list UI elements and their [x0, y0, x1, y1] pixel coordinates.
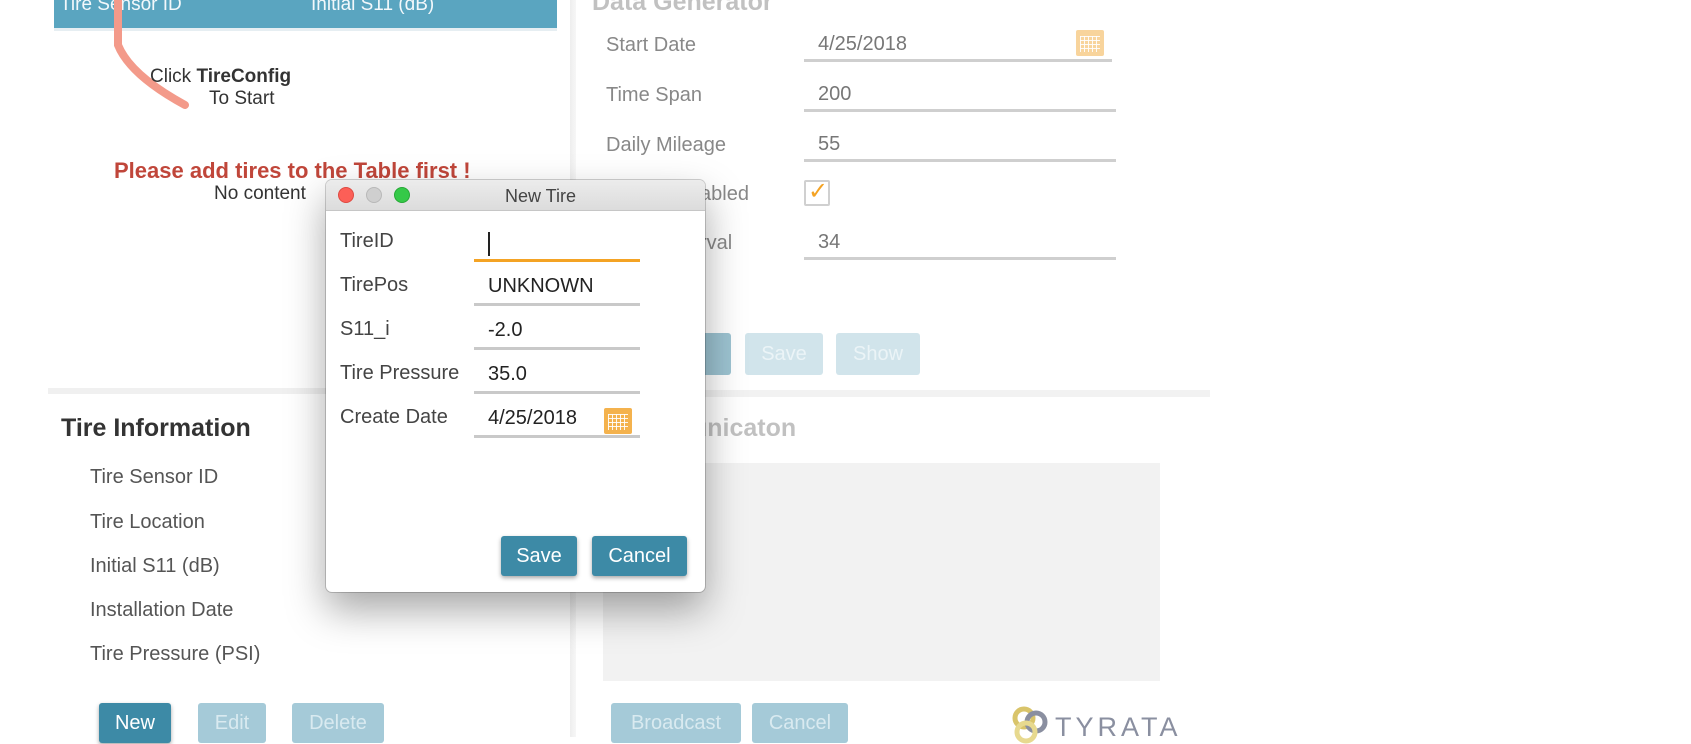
- hint-line2: To Start: [209, 88, 275, 109]
- time-span-field[interactable]: 200: [804, 78, 1116, 112]
- start-date-label: Start Date: [606, 34, 697, 56]
- enabled-checkbox[interactable]: ✓: [804, 178, 830, 206]
- hint-prefix: Click: [150, 66, 197, 87]
- no-content-placeholder: No content: [214, 183, 306, 204]
- dialog-cancel-button[interactable]: Cancel: [592, 536, 687, 576]
- hint-tireconfig: TireConfig: [196, 66, 292, 87]
- dialog-title: New Tire: [504, 186, 576, 206]
- create-date-label: Create Date: [340, 406, 448, 428]
- tire-id-label: TireID: [340, 230, 394, 252]
- tire-pressure-input[interactable]: 35.0: [474, 356, 640, 394]
- s11-i-label: S11_i: [340, 318, 390, 340]
- comm-cancel-button[interactable]: Cancel: [752, 703, 848, 743]
- tire-pressure-label: Tire Pressure: [340, 362, 460, 384]
- tyrata-logo-text: TYRATA: [1055, 712, 1182, 742]
- time-span-label: Time Span: [606, 84, 702, 106]
- calendar-icon[interactable]: [1076, 30, 1104, 56]
- info-label-sensor-id: Tire Sensor ID: [90, 466, 219, 488]
- new-button[interactable]: New: [99, 703, 171, 743]
- text-caret: [488, 232, 490, 256]
- interval-field[interactable]: 34: [804, 226, 1116, 260]
- start-date-value: 4/25/2018: [818, 33, 907, 55]
- info-label-initial-s11: Initial S11 (dB): [90, 555, 220, 577]
- enabled-label: abled: [700, 183, 749, 205]
- info-label-location: Tire Location: [90, 511, 205, 533]
- tyrata-logo-icon: [1012, 706, 1048, 744]
- column-header-initial-s11[interactable]: Initial S11 (dB): [311, 0, 434, 16]
- start-date-field[interactable]: 4/25/2018: [804, 28, 1112, 62]
- start-hint: Click TireConfig To Start: [150, 66, 350, 110]
- edit-button[interactable]: Edit: [198, 703, 266, 743]
- broadcast-button[interactable]: Broadcast: [611, 703, 741, 743]
- create-date-value: 4/25/2018: [488, 407, 577, 429]
- daily-mileage-label: Daily Mileage: [606, 134, 727, 156]
- info-label-installation-date: Installation Date: [90, 599, 234, 621]
- data-generator-title: Data Generator: [592, 0, 773, 16]
- create-date-input[interactable]: 4/25/2018: [474, 400, 640, 438]
- s11-i-input[interactable]: -2.0: [474, 312, 640, 350]
- info-label-tire-pressure: Tire Pressure (PSI): [90, 643, 261, 665]
- calendar-icon[interactable]: [604, 408, 632, 434]
- new-tire-dialog: New Tire TireID TirePos UNKNOWN S11_i -2…: [326, 180, 705, 592]
- tire-pos-input[interactable]: UNKNOWN: [474, 268, 640, 306]
- dialog-titlebar[interactable]: New Tire: [326, 180, 705, 211]
- tire-id-input[interactable]: [474, 224, 640, 262]
- dg-save-button[interactable]: Save: [745, 333, 823, 375]
- check-icon: ✓: [808, 178, 829, 205]
- tire-pos-label: TirePos: [340, 274, 409, 296]
- tire-information-title: Tire Information: [61, 414, 251, 442]
- delete-button[interactable]: Delete: [292, 703, 384, 743]
- dialog-save-button[interactable]: Save: [501, 536, 577, 576]
- show-button[interactable]: Show: [836, 333, 920, 375]
- daily-mileage-field[interactable]: 55: [804, 128, 1116, 162]
